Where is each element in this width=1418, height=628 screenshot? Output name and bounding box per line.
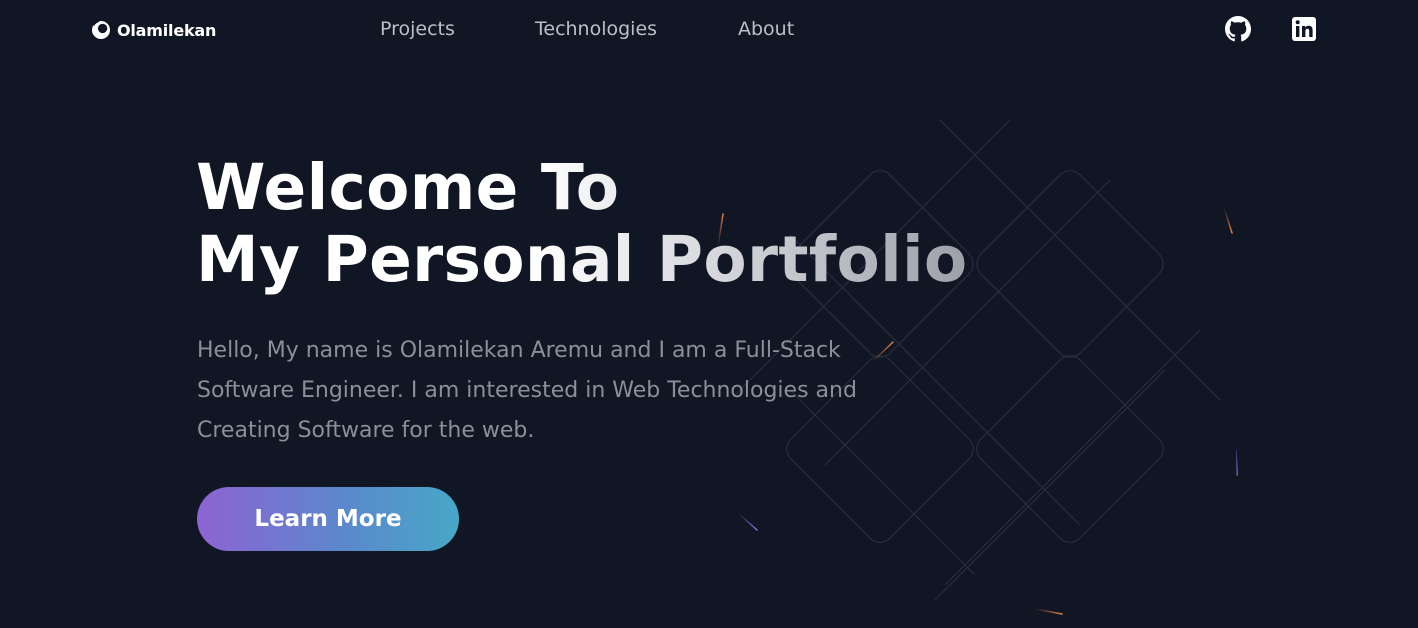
github-link[interactable] — [1225, 16, 1251, 42]
linkedin-icon — [1292, 17, 1316, 41]
nav-link-about[interactable]: About — [738, 18, 794, 40]
logo-icon — [92, 20, 110, 39]
nav-link-technologies[interactable]: Technologies — [535, 18, 657, 40]
github-icon — [1225, 16, 1251, 42]
linkedin-link[interactable] — [1291, 16, 1317, 42]
hero-title-line-1: Welcome To — [196, 151, 620, 224]
nav-link-projects[interactable]: Projects — [380, 18, 455, 40]
hero-title: Welcome To My Personal Portfolio — [196, 152, 967, 296]
logo-text: Olamilekan — [117, 20, 217, 40]
site-logo[interactable]: Olamilekan — [90, 18, 216, 42]
learn-more-button[interactable]: Learn More — [197, 487, 459, 551]
hero-title-line-2: My Personal Portfolio — [196, 223, 968, 296]
hero-description: Hello, My name is Olamilekan Aremu and I… — [197, 338, 857, 443]
portfolio-page: Olamilekan Projects Technologies About W… — [0, 0, 1418, 628]
